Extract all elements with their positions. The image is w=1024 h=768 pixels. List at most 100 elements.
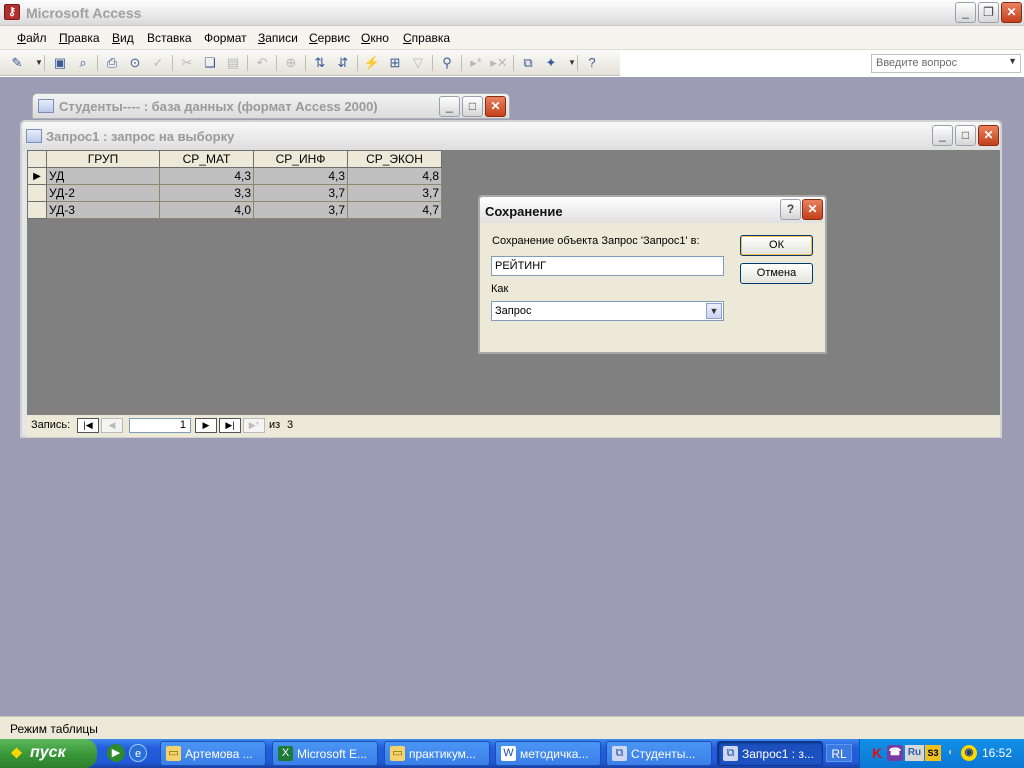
security-icon[interactable]: ◉ (961, 745, 977, 761)
last-record-icon[interactable]: ▶| (219, 418, 241, 433)
new-record-nav-icon[interactable]: ▶* (243, 418, 265, 433)
menu-file[interactable]: Файл (17, 31, 47, 45)
table-cell[interactable]: 4,8 (347, 167, 442, 185)
filter-by-form-icon[interactable]: ⊞ (386, 54, 404, 72)
view-design-icon[interactable]: ✎ (8, 54, 26, 72)
start-button[interactable]: ❖ пуск (0, 739, 97, 768)
table-cell[interactable]: 4,3 (253, 167, 348, 185)
find-icon[interactable]: ⚲ (438, 54, 456, 72)
taskbar-item[interactable]: X Microsoft E... (272, 741, 378, 766)
sort-descending-icon[interactable]: ⇵ (334, 54, 352, 72)
taskbar-item[interactable]: W методичка... (495, 741, 601, 766)
query-window-title-bar[interactable]: Запрос1 : запрос на выборку _ □ ✕ (22, 122, 1000, 150)
table-cell[interactable]: 3,7 (253, 201, 348, 219)
help-icon[interactable]: ? (583, 54, 601, 72)
database-window-icon[interactable]: ⧉ (519, 54, 537, 72)
select-all-corner[interactable] (27, 150, 47, 168)
hyperlink-icon[interactable]: ⊕ (282, 54, 300, 72)
speaker-icon[interactable]: ◐ (943, 745, 959, 761)
table-cell[interactable]: 3,7 (253, 184, 348, 202)
file-search-icon[interactable]: ⌕ (74, 54, 92, 72)
db-maximize-button[interactable]: □ (462, 96, 483, 117)
taskbar-item-active[interactable]: ⧉ Запрос1 : з... (717, 741, 823, 766)
antivirus-icon[interactable]: K (869, 745, 885, 761)
app-title-bar: ⚷ Microsoft Access _ ❐ ✕ (0, 0, 1024, 26)
table-cell[interactable]: 4,7 (347, 201, 442, 219)
menu-view[interactable]: Вид (112, 31, 134, 45)
save-dialog-title-bar[interactable]: Сохранение ? ✕ (480, 197, 825, 223)
menu-help[interactable]: Справка (403, 31, 450, 45)
taskbar-item[interactable]: ▭ практикум... (384, 741, 490, 766)
media-player-icon[interactable]: ▶ (107, 744, 125, 762)
record-selector[interactable] (27, 184, 47, 202)
database-window[interactable]: Студенты---- : база данных (формат Acces… (32, 93, 510, 119)
copy-icon[interactable]: ❏ (201, 54, 219, 72)
print-icon[interactable]: ⎙ (103, 54, 121, 72)
network-icon[interactable]: ☎ (887, 745, 903, 761)
db-minimize-button[interactable]: _ (439, 96, 460, 117)
delete-record-icon[interactable]: ▸✕ (490, 54, 508, 72)
cancel-button[interactable]: Отмена (740, 263, 813, 284)
taskbar-item[interactable]: ▭ Артемова ... (160, 741, 266, 766)
spelling-icon[interactable]: ✓ (149, 54, 167, 72)
menu-records[interactable]: Записи (258, 31, 298, 45)
column-header[interactable]: СР_ЭКОН (347, 150, 442, 168)
save-icon[interactable]: ▣ (51, 54, 69, 72)
current-record-selector-icon[interactable]: ▶ (27, 167, 47, 185)
db-close-button[interactable]: ✕ (485, 96, 506, 117)
menu-window[interactable]: Окно (361, 31, 389, 45)
new-object-icon[interactable]: ✦ (542, 54, 560, 72)
chevron-down-icon[interactable]: ▼ (706, 303, 722, 319)
menu-edit[interactable]: Правка (59, 31, 100, 45)
menu-insert[interactable]: Вставка (147, 31, 192, 45)
menu-format[interactable]: Формат (204, 31, 247, 45)
cut-icon[interactable]: ✂ (178, 54, 196, 72)
minimize-button[interactable]: _ (955, 2, 976, 23)
query-close-button[interactable]: ✕ (978, 125, 999, 146)
first-record-icon[interactable]: |◀ (77, 418, 99, 433)
menu-tools[interactable]: Сервис (309, 31, 350, 45)
query-minimize-button[interactable]: _ (932, 125, 953, 146)
paste-icon[interactable]: ▤ (224, 54, 242, 72)
undo-icon[interactable]: ↶ (253, 54, 271, 72)
print-preview-icon[interactable]: ⊙ (126, 54, 144, 72)
new-object-dropdown-icon[interactable]: ▼ (563, 54, 581, 72)
table-cell[interactable]: 3,3 (159, 184, 254, 202)
tray-language-indicator[interactable]: Ru (905, 745, 924, 761)
column-header[interactable]: СР_ИНФ (253, 150, 348, 168)
table-cell[interactable]: УД-2 (46, 184, 160, 202)
table-cell[interactable]: УД (46, 167, 160, 185)
clock[interactable]: 16:52 (982, 746, 1012, 760)
save-as-select[interactable]: Запрос ▼ (491, 301, 724, 321)
next-record-icon[interactable]: ▶ (195, 418, 217, 433)
close-button[interactable]: ✕ (1001, 2, 1022, 23)
ok-button[interactable]: ОК (740, 235, 813, 256)
ask-question-box[interactable]: Введите вопрос ▼ (871, 54, 1021, 73)
current-record-input[interactable]: 1 (129, 418, 191, 433)
apply-filter-icon[interactable]: ▽ (409, 54, 427, 72)
query-icon (26, 129, 42, 143)
table-cell[interactable]: УД-3 (46, 201, 160, 219)
query-name-input[interactable]: РЕЙТИНГ (491, 256, 724, 276)
start-label: пуск (30, 744, 66, 761)
update-icon[interactable]: S3 (925, 745, 941, 761)
sort-ascending-icon[interactable]: ⇅ (311, 54, 329, 72)
table-cell[interactable]: 4,0 (159, 201, 254, 219)
record-selector[interactable] (27, 201, 47, 219)
new-record-icon[interactable]: ▸* (467, 54, 485, 72)
restore-button[interactable]: ❐ (978, 2, 999, 23)
view-dropdown-icon[interactable]: ▼ (30, 54, 48, 72)
table-cell[interactable]: 4,3 (159, 167, 254, 185)
column-header[interactable]: СР_МАТ (159, 150, 254, 168)
save-dialog-close-button[interactable]: ✕ (802, 199, 823, 220)
help-question-button[interactable]: ? (780, 199, 801, 220)
internet-explorer-icon[interactable]: e (129, 744, 147, 762)
previous-record-icon[interactable]: ◀ (101, 418, 123, 433)
table-cell[interactable]: 3,7 (347, 184, 442, 202)
status-bar: Режим таблицы (0, 716, 1024, 739)
filter-by-selection-icon[interactable]: ⚡ (363, 54, 381, 72)
column-header[interactable]: ГРУП (46, 150, 160, 168)
language-indicator[interactable]: RL (826, 744, 852, 762)
query-maximize-button[interactable]: □ (955, 125, 976, 146)
taskbar-item[interactable]: ⧉ Студенты... (606, 741, 712, 766)
